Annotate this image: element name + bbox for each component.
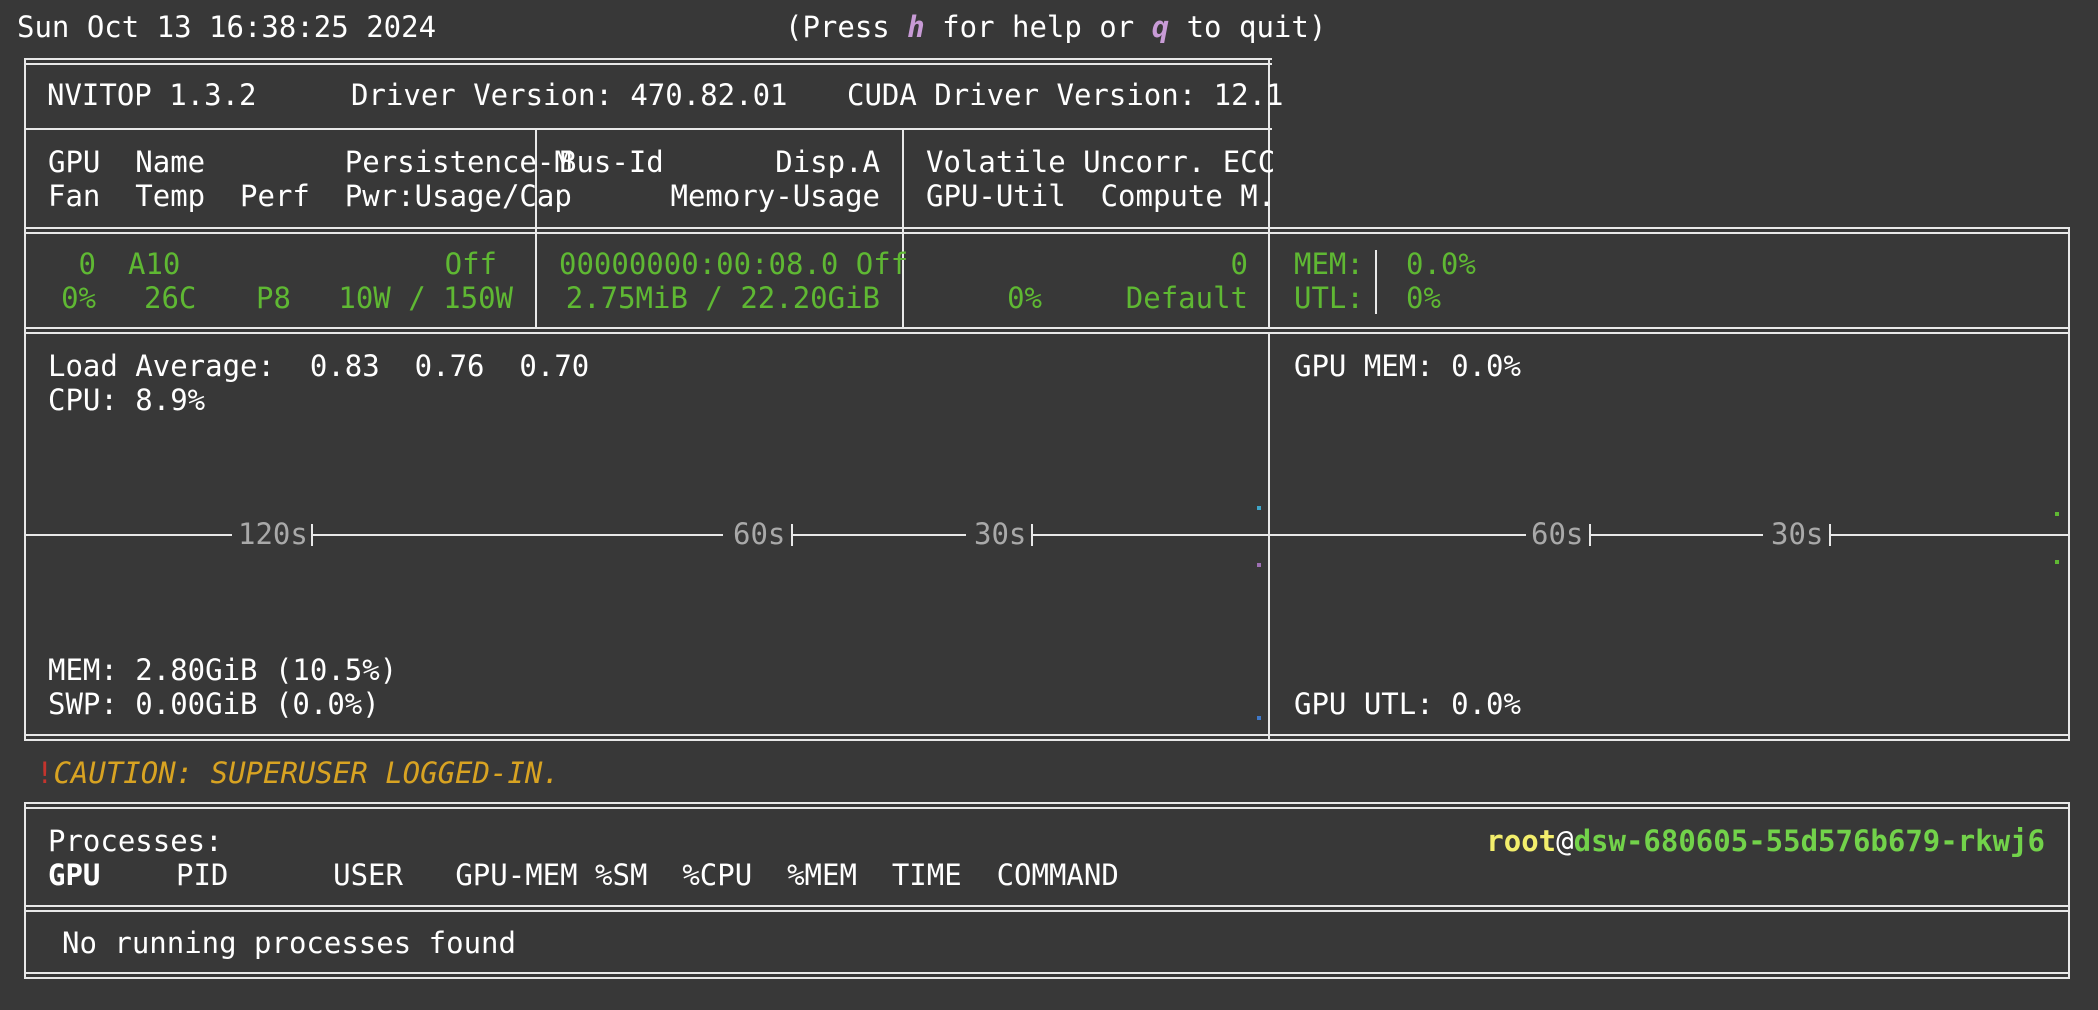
column-header-fan-temp: Fan Temp Perf Pwr:Usage/Cap [48,179,572,213]
gpu-mem-label: MEM: [1294,247,1364,281]
help-hint: (Press h for help or q to quit) [785,10,1327,44]
load-average: Load Average: 0.83 0.76 0.70 [48,349,590,383]
column-header-util-compute: GPU-Util Compute M. [926,179,1276,213]
cpu-usage: CPU: 8.9% [48,383,206,417]
column-header-gpu-name: GPU Name Persistence-M [48,145,572,179]
gpu-ecc: 0 [1230,247,1248,281]
gpu-bar-axis [1375,250,1377,314]
cuda-version: CUDA Driver Version: 12.1 [847,78,1284,112]
caution-text: CAUTION: SUPERUSER LOGGED-IN. [53,756,560,790]
swp-history-dot [1257,716,1261,720]
gpu-timeline-tick-30s: 30s [1771,517,1824,551]
gpu-timeline-tick-60s: 60s [1531,517,1584,551]
processes-title: Processes: [48,824,223,858]
processes-top-border [24,802,2070,809]
current-datetime: Sun Oct 13 16:38:25 2024 [17,10,437,44]
column-header-bus-id: Bus-Id [559,145,664,179]
device-table-bottom-border [24,327,2070,334]
gpu-persistence: Off [444,247,497,281]
gpu-temp: 26C [144,281,197,315]
gpu-name: A10 [128,247,181,281]
host-panel-right-edge [2068,332,2070,740]
column-divider-2 [902,128,904,328]
device-table-left-edge [24,58,26,332]
device-table-header-divider [24,128,1272,130]
gpu-util: 0% [1007,281,1042,315]
column-header-disp: Disp.A [775,145,880,179]
gpu-index: 0 [78,247,96,281]
gpu-utl-history-label: GPU UTL: 0.0% [1294,687,1521,721]
host-panel-center-divider [1268,332,1270,740]
no-processes-message: No running processes found [62,926,516,960]
timeline-tick-30s: 30s [974,517,1027,551]
device-table-body-divider [24,227,2070,234]
quit-hotkey[interactable]: q [1152,10,1169,44]
driver-version: Driver Version: 470.82.01 [351,78,788,112]
device-table-far-right-edge [2068,227,2070,332]
gpu-utl-label: UTL: [1294,281,1364,315]
column-header-memory-usage: Memory-Usage [670,179,880,213]
processes-bottom-border [24,972,2070,979]
gpu-memory-usage: 2.75MiB / 22.20GiB [565,281,880,315]
timeline-tick-120s: 120s [238,517,308,551]
processes-left-edge [24,802,26,979]
gpu-bus-disp: 00000000:00:08.0 Off [559,247,909,281]
gpu-fan: 0% [61,281,96,315]
process-column-gpu[interactable]: GPU [48,858,100,892]
swap-usage: SWP: 0.00GiB (0.0%) [48,687,380,721]
caution-marker: ! [36,756,54,790]
cpu-history-dot [1257,506,1261,510]
mem-history-dot [1257,563,1261,567]
caution-banner: !CAUTION: SUPERUSER LOGGED-IN. [36,756,560,790]
processes-header-divider [24,905,2070,912]
memory-usage: MEM: 2.80GiB (10.5%) [48,653,398,687]
help-hotkey[interactable]: h [907,10,924,44]
host-panel-bottom-border [24,734,2070,741]
gpu-perf: P8 [256,281,291,315]
gpu-mem-history-dot [2055,512,2059,516]
timeline-tick-60s: 60s [733,517,786,551]
process-column-headers[interactable]: PID USER GPU-MEM %SM %CPU %MEM TIME COMM… [176,858,1119,892]
hostname: dsw-680605-55d576b679-rkwj6 [1573,824,2045,858]
gpu-utl-history-dot [2055,560,2059,564]
gpu-compute-mode: Default [1125,281,1248,315]
gpu-utl-percent: 0% [1406,281,1441,315]
gpu-bar-divider [1268,227,1270,327]
gpu-mem-history-label: GPU MEM: 0.0% [1294,349,1521,383]
gpu-mem-percent: 0.0% [1406,247,1476,281]
gpu-power: 10W / 150W [338,281,513,315]
host-panel-left-edge [24,332,26,740]
user-host: root@dsw-680605-55d576b679-rkwj6 [1486,824,2045,858]
username: root [1486,824,1557,858]
app-version: NVITOP 1.3.2 [47,78,257,112]
processes-right-edge [2068,802,2070,979]
column-header-volatile-ecc: Volatile Uncorr. ECC [926,145,1276,179]
device-table-top-border [24,58,1272,65]
